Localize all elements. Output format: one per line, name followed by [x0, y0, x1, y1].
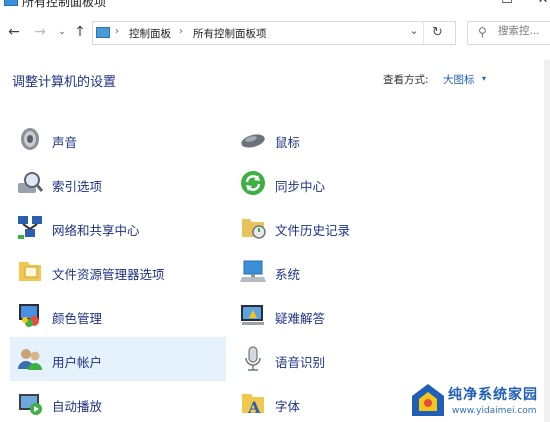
search-icon: ⚲: [478, 25, 487, 39]
svg-text:A: A: [247, 398, 261, 417]
title-bar: 所有控制面板项 — ☐ ✕: [0, 0, 550, 14]
close-button[interactable]: ✕: [520, 0, 550, 12]
item-troubleshooting[interactable]: 疑难解答: [233, 293, 449, 337]
refresh-button[interactable]: ↻: [423, 22, 451, 44]
item-network-sharing-center[interactable]: 网络和共享中心: [10, 205, 226, 249]
scrollbar[interactable]: [544, 60, 550, 422]
fonts-icon: A: [242, 394, 264, 417]
chevron-down-icon[interactable]: ▾: [482, 74, 486, 83]
item-label: 文件资源管理器选项: [52, 267, 165, 282]
item-sync-center[interactable]: 同步中心: [233, 161, 449, 205]
watermark-title: 纯净系统家园: [448, 387, 538, 403]
address-dropdown-icon[interactable]: ⌄: [406, 24, 422, 42]
item-label: 颜色管理: [52, 311, 103, 326]
item-indexing-options[interactable]: 索引选项: [10, 161, 226, 205]
item-system[interactable]: 系统: [233, 249, 449, 293]
item-label: 网络和共享中心: [52, 223, 140, 238]
item-label: 同步中心: [275, 179, 326, 194]
view-by-dropdown[interactable]: 大图标: [443, 72, 475, 87]
recent-locations-button[interactable]: ⌄: [52, 22, 72, 42]
breadcrumb-control-panel[interactable]: 控制面板: [129, 26, 171, 41]
explorer-options-icon: [19, 262, 41, 281]
item-file-history[interactable]: 文件历史记录: [233, 205, 449, 249]
item-label: 用户帐户: [52, 355, 103, 370]
sync-center-icon: [241, 171, 265, 195]
search-input[interactable]: [498, 25, 550, 37]
item-label: 鼠标: [275, 135, 301, 150]
search-box[interactable]: ⚲: [467, 21, 550, 45]
file-history-icon: [242, 219, 266, 239]
watermark-url: www.yidaimei.com: [452, 406, 537, 416]
autoplay-icon: [19, 394, 42, 415]
breadcrumb-separator: ›: [115, 26, 119, 37]
item-label: 字体: [275, 399, 301, 414]
item-mouse[interactable]: 鼠标: [233, 117, 449, 161]
forward-button[interactable]: →: [30, 22, 50, 42]
system-icon: [240, 260, 266, 282]
item-file-explorer-options[interactable]: 文件资源管理器选项: [10, 249, 226, 293]
item-label: 系统: [275, 267, 301, 282]
address-bar[interactable]: › 控制面板 › 所有控制面板项 ⌄ ↻: [92, 21, 456, 45]
troubleshoot-icon: [241, 305, 264, 325]
window-title: 所有控制面板项: [22, 0, 107, 9]
item-label: 疑难解答: [275, 311, 326, 326]
item-label: 语音识别: [275, 355, 326, 370]
speaker-icon: [21, 128, 39, 150]
navigation-bar: ← → ⌄ ↑ › 控制面板 › 所有控制面板项 ⌄ ↻ ⚲: [0, 18, 550, 48]
item-label: 文件历史记录: [275, 223, 351, 238]
back-button[interactable]: ←: [4, 22, 24, 42]
control-panel-icon: [96, 27, 110, 38]
watermark: 纯净系统家园 www.yidaimei.com: [402, 380, 550, 422]
view-by-label: 查看方式:: [383, 74, 429, 86]
item-label: 声音: [52, 135, 78, 150]
up-button[interactable]: ↑: [70, 22, 90, 42]
control-panel-app-icon: [4, 0, 18, 6]
color-management-icon: [19, 304, 39, 327]
network-icon: [18, 216, 42, 239]
item-autoplay[interactable]: 自动播放: [10, 381, 226, 422]
item-sound[interactable]: 声音: [10, 117, 226, 161]
item-color-management[interactable]: 颜色管理: [10, 293, 226, 337]
breadcrumb-all-items[interactable]: 所有控制面板项: [193, 26, 267, 41]
item-speech-recognition[interactable]: 语音识别: [233, 337, 449, 381]
breadcrumb-separator: ›: [179, 26, 183, 37]
item-label: 索引选项: [52, 179, 103, 194]
mouse-icon: [241, 134, 265, 148]
user-accounts-icon: [18, 349, 42, 370]
watermark-logo-icon: [412, 384, 444, 416]
microphone-icon: [245, 346, 261, 371]
index-search-icon: [18, 172, 44, 193]
minimize-button[interactable]: —: [438, 0, 484, 12]
page-title: 调整计算机的设置: [12, 75, 117, 90]
item-label: 自动播放: [52, 399, 103, 414]
item-user-accounts[interactable]: 用户帐户: [10, 337, 226, 381]
